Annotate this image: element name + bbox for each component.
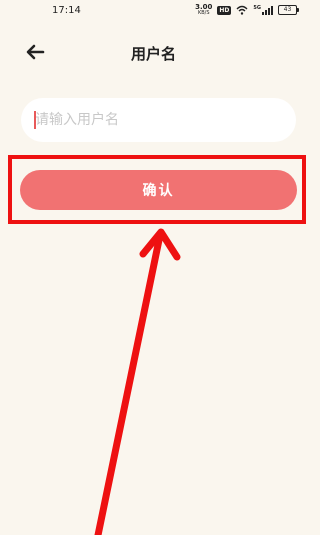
wifi-icon [236, 5, 248, 15]
network-speed-indicator: 3.00 KB/S [195, 4, 212, 17]
status-time: 17:14 [52, 5, 81, 16]
screen: 17:14 3.00 KB/S HD 5G 43 用户名 请输入用户名 确认 [0, 0, 307, 535]
status-icons: 3.00 KB/S HD 5G 43 [195, 4, 299, 17]
signal-icon: 5G [253, 4, 273, 15]
battery-icon: 43 [278, 5, 299, 15]
network-speed-unit: KB/S [197, 10, 210, 16]
signal-label: 5G [253, 4, 261, 11]
text-cursor [34, 111, 36, 129]
username-input-container [21, 98, 296, 142]
page-title: 用户名 [130, 45, 176, 63]
status-bar: 17:14 3.00 KB/S HD 5G 43 [0, 0, 307, 24]
annotation-highlight-box [8, 155, 306, 224]
header: 用户名 [0, 34, 307, 70]
hd-badge: HD [217, 5, 232, 15]
annotation-arrow [94, 228, 181, 535]
username-input[interactable] [21, 98, 296, 142]
